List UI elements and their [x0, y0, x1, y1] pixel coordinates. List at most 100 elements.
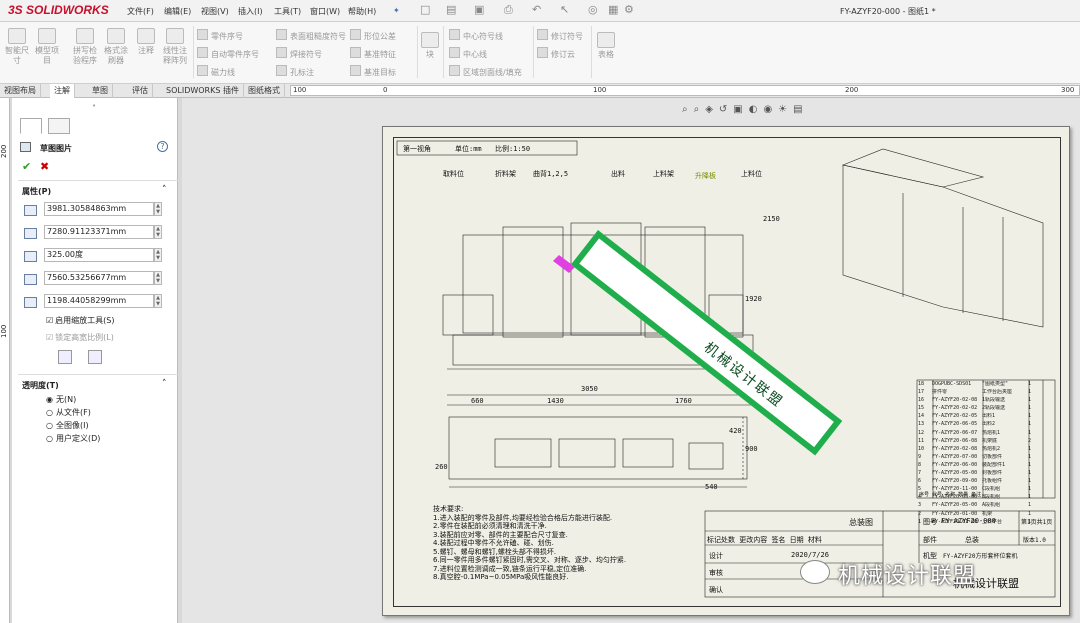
bom-cell: 1	[1028, 494, 1032, 501]
model-items-icon	[38, 28, 56, 44]
bom-cell: 3	[918, 502, 922, 509]
menu-view[interactable]: 视图(V)	[201, 6, 229, 17]
transparency-from-file-radio[interactable]: 从文件(F)	[46, 407, 91, 418]
graphics-area[interactable]: ⌕⌕◈↺▣◐◉☀▤ 第一视角 单位:mm 比例:1:50 取料位 折料架 曲背1…	[182, 98, 1080, 623]
width-icon	[24, 274, 37, 285]
width-spinner[interactable]: ▲ ▼	[154, 271, 162, 285]
open-file-icon[interactable]: ▤	[446, 3, 460, 17]
pin-icon[interactable]: ✦	[393, 6, 400, 15]
datum-target-button[interactable]: 基准目标	[350, 65, 396, 78]
y-position-field[interactable]: 7280.91123371mm	[44, 225, 154, 239]
options-gear-icon[interactable]: ⚙	[624, 3, 638, 17]
bom-cell: FY-AZYF20-06-00	[932, 461, 978, 468]
ok-checkmark-icon[interactable]: ✔	[22, 160, 31, 173]
configuration-tab[interactable]	[48, 118, 70, 134]
x-position-spinner[interactable]: ▲ ▼	[154, 202, 162, 216]
view-label: 曲背1,2,5	[533, 170, 569, 178]
undo-icon[interactable]: ↶	[532, 3, 546, 17]
width-field[interactable]: 7560.53256677mm	[44, 271, 154, 285]
enable-scale-tool-checkbox[interactable]: 启用缩放工具(S)	[46, 315, 114, 326]
menu-file[interactable]: 文件(F)	[127, 6, 154, 17]
tab-view-layout[interactable]: 视图布局	[0, 84, 41, 98]
save-icon[interactable]: ▣	[474, 3, 488, 17]
angle-spinner[interactable]: ▲ ▼	[154, 248, 162, 262]
table-button[interactable]: 表格	[595, 32, 617, 60]
collapse-chevron-icon[interactable]: ˄	[162, 379, 167, 389]
model-items-button[interactable]: 模型项目	[34, 28, 60, 66]
new-file-icon[interactable]: □	[420, 3, 434, 17]
area-hatch-button[interactable]: 区域剖面线/填充	[449, 65, 522, 78]
tab-sheet-format[interactable]: 图纸格式	[244, 84, 285, 98]
centerline-button[interactable]: 中心线	[449, 47, 487, 60]
flip-horizontal-button[interactable]	[58, 350, 72, 364]
bom-cell: FY-AZYF20-02-02	[932, 405, 978, 412]
cancel-close-icon[interactable]: ✖	[40, 160, 49, 173]
angle-field[interactable]: 325.00度	[44, 248, 154, 262]
bom-cell: FY-AZYF20-06-08	[932, 437, 978, 444]
balloon-button[interactable]: 零件序号	[197, 29, 243, 42]
command-manager-ribbon: 智能尺寸 模型项目 拼写检验程序 格式涂刷器 注释 线性注释阵列 零件序号 自动…	[0, 22, 1080, 84]
menu-insert[interactable]: 插入(I)	[238, 6, 263, 17]
revision-cloud-button[interactable]: 修订云	[537, 47, 575, 60]
panel-grip-icon[interactable]: •	[92, 102, 96, 110]
ruler-label: 0	[383, 86, 388, 94]
note-line: 7.进料位置检测调成一致,链条运行平稳,定位准确.	[433, 564, 587, 573]
bom-cell: 8	[918, 461, 922, 468]
table-icon	[597, 32, 615, 48]
format-painter-button[interactable]: 格式涂刷器	[102, 28, 130, 66]
auto-balloon-button[interactable]: 自动零件序号	[197, 47, 259, 60]
bom-cell: 1	[1028, 389, 1032, 396]
view-label: 上料架	[653, 170, 674, 178]
transparency-user-defined-radio[interactable]: 用户定义(D)	[46, 433, 100, 444]
collapse-chevron-icon[interactable]: ˄	[162, 185, 167, 195]
flip-vertical-button[interactable]	[88, 350, 102, 364]
datum-feature-button[interactable]: 基准特征	[350, 47, 396, 60]
tab-evaluate[interactable]: 评估	[128, 84, 153, 98]
print-icon[interactable]: ⎙	[504, 3, 518, 17]
bom-cell: 2	[1028, 437, 1032, 444]
view-label: 上料位	[741, 170, 762, 178]
surface-finish-button[interactable]: 表面粗糙度符号	[276, 29, 346, 42]
note-button[interactable]: 注释	[135, 28, 157, 56]
help-icon[interactable]: ?	[157, 141, 168, 152]
property-manager-tab[interactable]	[20, 118, 42, 134]
bom-row: 17 拼件零 工作台后夹座 1	[918, 389, 1054, 397]
geometric-tolerance-button[interactable]: 形位公差	[350, 29, 396, 42]
tab-solidworks-addins[interactable]: SOLIDWORKS 插件	[162, 84, 244, 98]
bom-cell: 1	[1028, 486, 1032, 493]
solidworks-logo[interactable]: 3S SOLIDWORKS	[8, 3, 109, 17]
menu-window[interactable]: 窗口(W)	[310, 6, 340, 17]
revision-symbol-button[interactable]: 修订符号	[537, 29, 583, 42]
magnetic-line-button[interactable]: 磁力线	[197, 65, 235, 78]
height-field[interactable]: 1198.44058299mm	[44, 294, 154, 308]
spell-check-button[interactable]: 拼写检验程序	[70, 28, 100, 66]
menu-help[interactable]: 帮助(H)	[348, 6, 376, 17]
note-line: 3.装配前应对零、部件的主要配合尺寸复查.	[433, 530, 568, 539]
y-position-spinner[interactable]: ▲ ▼	[154, 225, 162, 239]
heads-up-view-toolbar[interactable]: ⌕⌕◈↺▣◐◉☀▤	[682, 104, 809, 115]
bom-row: 13 FY-AZYF20-06-05 出料2 1	[918, 421, 1054, 429]
bom-cell: 切板部件	[982, 453, 1003, 460]
select-icon[interactable]: ↖	[560, 3, 574, 17]
height-spinner[interactable]: ▲ ▼	[154, 294, 162, 308]
block-button[interactable]: 块	[421, 32, 439, 60]
hole-callout-button[interactable]: 孔标注	[276, 65, 314, 78]
weld-symbol-button[interactable]: 焊接符号	[276, 47, 322, 60]
bom-cell: 15	[918, 405, 925, 412]
transparency-none-radio[interactable]: 无(N)	[46, 394, 76, 405]
smart-dimension-button[interactable]: 智能尺寸	[4, 28, 30, 66]
linear-note-pattern-button[interactable]: 线性注释阵列	[160, 28, 190, 66]
dimension-text: 1760	[675, 397, 692, 405]
tab-annotation[interactable]: 注解	[50, 84, 75, 98]
center-mark-button[interactable]: 中心符号线	[449, 29, 503, 42]
tab-sketch[interactable]: 草图	[88, 84, 113, 98]
rebuild-icon[interactable]: ◎	[588, 3, 602, 17]
menu-tools[interactable]: 工具(T)	[274, 6, 301, 17]
bom-cell: 13	[918, 421, 925, 428]
lock-aspect-checkbox[interactable]: 锁定高宽比例(L)	[46, 332, 114, 343]
x-position-field[interactable]: 3981.30584863mm	[44, 202, 154, 216]
height-icon	[24, 297, 37, 308]
file-properties-icon[interactable]: ▦	[608, 3, 622, 17]
transparency-full-image-radio[interactable]: 全图像(I)	[46, 420, 89, 431]
menu-edit[interactable]: 编辑(E)	[164, 6, 191, 17]
